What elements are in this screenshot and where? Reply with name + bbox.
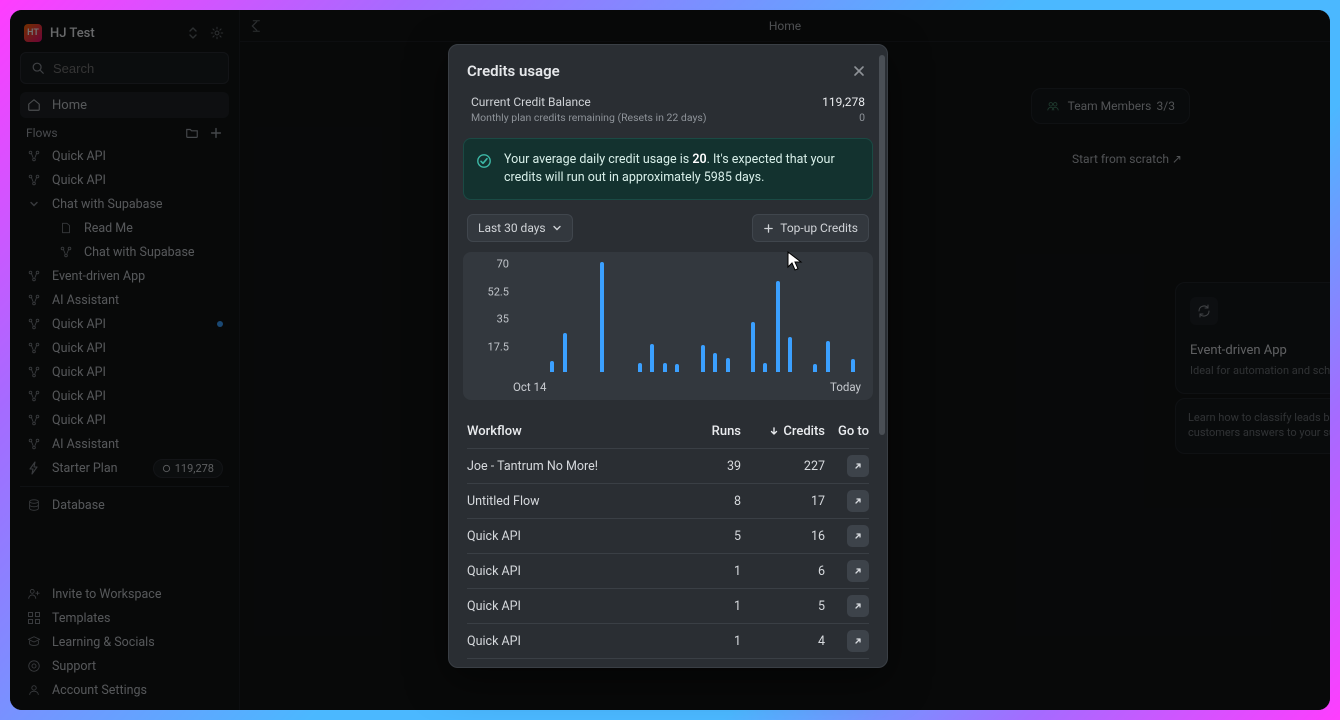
- y-tick: 35: [463, 313, 509, 326]
- col-workflow[interactable]: Workflow: [467, 424, 689, 439]
- close-icon: [853, 65, 865, 77]
- chart-bar[interactable]: [726, 358, 730, 372]
- topup-label: Top-up Credits: [780, 221, 858, 235]
- usage-forecast-notice: Your average daily credit usage is 20. I…: [463, 138, 873, 200]
- balance-sublabel: Monthly plan credits remaining (Resets i…: [471, 111, 707, 124]
- chart-bar[interactable]: [675, 364, 679, 372]
- arrow-up-right-icon: [853, 531, 863, 541]
- cell-credits: 17: [741, 494, 825, 509]
- goto-button[interactable]: [847, 525, 869, 547]
- chart-bar[interactable]: [663, 363, 667, 372]
- table-row: Quick API16: [467, 554, 869, 589]
- y-tick: 70: [463, 258, 509, 271]
- arrow-up-right-icon: [853, 601, 863, 611]
- cell-workflow: Quick API: [467, 634, 689, 649]
- chart-bar[interactable]: [650, 344, 654, 372]
- cell-runs: 39: [689, 459, 741, 474]
- usage-chart: Oct 14 Today 17.5 35 52.5 70: [463, 252, 873, 400]
- close-button[interactable]: [849, 61, 869, 81]
- table-row: Quick API14: [467, 624, 869, 659]
- col-credits[interactable]: Credits: [741, 424, 825, 439]
- table-header: Workflow Runs Credits Go to: [467, 414, 869, 449]
- balance-label: Current Credit Balance: [471, 95, 707, 109]
- credit-balance-row: Current Credit Balance Monthly plan cred…: [449, 91, 887, 132]
- chart-bar[interactable]: [701, 345, 705, 372]
- cell-runs: 8: [689, 494, 741, 509]
- cell-workflow: Quick API: [467, 529, 689, 544]
- chart-bar[interactable]: [776, 281, 780, 372]
- cell-credits: 4: [741, 634, 825, 649]
- chart-bar[interactable]: [550, 361, 554, 372]
- arrow-up-right-icon: [853, 496, 863, 506]
- cell-credits: 227: [741, 459, 825, 474]
- goto-button[interactable]: [847, 595, 869, 617]
- chart-bar[interactable]: [638, 363, 642, 372]
- cell-runs: 5: [689, 529, 741, 544]
- arrow-up-right-icon: [853, 461, 863, 471]
- notice-text-bold: 20: [692, 152, 706, 167]
- arrow-down-icon: [769, 426, 779, 436]
- chevron-down-icon: [552, 223, 562, 233]
- chart-bar[interactable]: [563, 333, 567, 372]
- notice-text-pre: Your average daily credit usage is: [504, 152, 692, 167]
- table-row: Joe - Tantrum No More!39227: [467, 449, 869, 484]
- arrow-up-right-icon: [853, 636, 863, 646]
- modal-scrollbar[interactable]: [879, 55, 885, 657]
- goto-button[interactable]: [847, 630, 869, 652]
- balance-value: 119,278: [822, 95, 865, 109]
- table-row: Quick API15: [467, 589, 869, 624]
- cell-credits: 6: [741, 564, 825, 579]
- topup-credits-button[interactable]: Top-up Credits: [752, 214, 869, 242]
- chart-bar[interactable]: [763, 363, 767, 372]
- cursor-icon: [786, 250, 804, 272]
- workflow-usage-table: Workflow Runs Credits Go to Joe - Tantru…: [449, 410, 887, 667]
- table-row: Untitled Flow817: [467, 484, 869, 519]
- col-runs[interactable]: Runs: [689, 424, 741, 439]
- col-goto: Go to: [825, 424, 869, 439]
- x-tick-start: Oct 14: [513, 380, 546, 394]
- cell-workflow: Quick API: [467, 564, 689, 579]
- chart-bar[interactable]: [600, 262, 604, 372]
- cell-runs: 1: [689, 599, 741, 614]
- cell-runs: 1: [689, 564, 741, 579]
- chart-bar[interactable]: [851, 359, 855, 372]
- cell-workflow: Joe - Tantrum No More!: [467, 459, 689, 474]
- cell-credits: 16: [741, 529, 825, 544]
- cell-workflow: Quick API: [467, 599, 689, 614]
- y-tick: 52.5: [463, 285, 509, 298]
- goto-button[interactable]: [847, 455, 869, 477]
- cell-workflow: Untitled Flow: [467, 494, 689, 509]
- credits-usage-modal: Credits usage Current Credit Balance Mon…: [448, 44, 888, 668]
- goto-button[interactable]: [847, 560, 869, 582]
- chart-bar[interactable]: [788, 337, 792, 372]
- cell-credits: 5: [741, 599, 825, 614]
- y-tick: 17.5: [463, 340, 509, 353]
- plus-icon: [763, 223, 774, 234]
- chart-bar[interactable]: [826, 341, 830, 372]
- arrow-up-right-icon: [853, 566, 863, 576]
- balance-secondary-value: 0: [822, 111, 865, 124]
- table-row: Quick API516: [467, 519, 869, 554]
- date-range-label: Last 30 days: [478, 221, 546, 235]
- x-tick-end: Today: [830, 380, 861, 394]
- chart-bar[interactable]: [813, 364, 817, 372]
- goto-button[interactable]: [847, 490, 869, 512]
- chart-bar[interactable]: [751, 322, 755, 372]
- modal-title: Credits usage: [467, 62, 560, 80]
- cell-runs: 1: [689, 634, 741, 649]
- check-circle-icon: [476, 153, 492, 169]
- chart-bar[interactable]: [713, 353, 717, 372]
- date-range-select[interactable]: Last 30 days: [467, 214, 573, 242]
